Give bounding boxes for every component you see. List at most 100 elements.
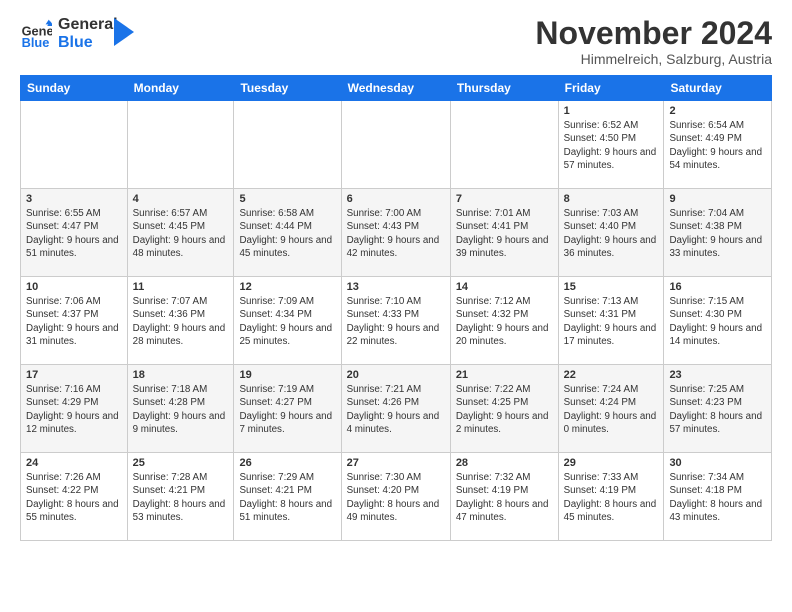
month-title: November 2024 — [535, 16, 772, 51]
day-info: Sunrise: 6:58 AM Sunset: 4:44 PM Dayligh… — [239, 207, 335, 260]
day-cell-0-2 — [234, 101, 341, 189]
day-number: 15 — [564, 281, 659, 293]
day-cell-2-0: 10 Sunrise: 7:06 AM Sunset: 4:37 PM Dayli… — [21, 277, 128, 365]
day-number: 27 — [347, 457, 445, 469]
day-number: 8 — [564, 193, 659, 205]
day-cell-3-3: 20 Sunrise: 7:21 AM Sunset: 4:26 PM Dayli… — [341, 365, 450, 453]
day-number: 22 — [564, 369, 659, 381]
day-number: 24 — [26, 457, 122, 469]
day-cell-4-1: 25 Sunrise: 7:28 AM Sunset: 4:21 PM Dayli… — [127, 453, 234, 541]
day-cell-3-4: 21 Sunrise: 7:22 AM Sunset: 4:25 PM Dayli… — [450, 365, 558, 453]
day-cell-0-6: 2 Sunrise: 6:54 AM Sunset: 4:49 PM Daylig… — [664, 101, 772, 189]
day-info: Sunrise: 7:26 AM Sunset: 4:22 PM Dayligh… — [26, 471, 122, 524]
logo-arrow-icon — [114, 18, 134, 46]
day-info: Sunrise: 7:16 AM Sunset: 4:29 PM Dayligh… — [26, 383, 122, 436]
day-info: Sunrise: 7:18 AM Sunset: 4:28 PM Dayligh… — [133, 383, 229, 436]
day-info: Sunrise: 7:00 AM Sunset: 4:43 PM Dayligh… — [347, 207, 445, 260]
day-cell-2-4: 14Sunrise: 7:12 AM Sunset: 4:32 PM Dayli… — [450, 277, 558, 365]
day-number: 14 — [456, 281, 553, 293]
day-cell-1-3: 6 Sunrise: 7:00 AM Sunset: 4:43 PM Daylig… — [341, 189, 450, 277]
day-info: Sunrise: 7:06 AM Sunset: 4:37 PM Dayligh… — [26, 295, 122, 348]
day-number: 9 — [669, 193, 766, 205]
day-info: Sunrise: 7:33 AM Sunset: 4:19 PM Dayligh… — [564, 471, 659, 524]
day-info: Sunrise: 7:24 AM Sunset: 4:24 PM Dayligh… — [564, 383, 659, 436]
day-cell-0-4 — [450, 101, 558, 189]
logo: General Blue General Blue — [20, 16, 134, 52]
calendar-header-row: Sunday Monday Tuesday Wednesday Thursday… — [21, 76, 772, 101]
day-number: 23 — [669, 369, 766, 381]
day-info: Sunrise: 7:21 AM Sunset: 4:26 PM Dayligh… — [347, 383, 445, 436]
day-info: Sunrise: 7:29 AM Sunset: 4:21 PM Dayligh… — [239, 471, 335, 524]
day-info: Sunrise: 7:03 AM Sunset: 4:40 PM Dayligh… — [564, 207, 659, 260]
day-number: 1 — [564, 105, 659, 117]
day-number: 7 — [456, 193, 553, 205]
header: General Blue General Blue November 2024 … — [20, 16, 772, 67]
day-info: Sunrise: 7:01 AM Sunset: 4:41 PM Dayligh… — [456, 207, 553, 260]
day-number: 17 — [26, 369, 122, 381]
day-info: Sunrise: 6:57 AM Sunset: 4:45 PM Dayligh… — [133, 207, 229, 260]
day-number: 10 — [26, 281, 122, 293]
day-cell-1-1: 4 Sunrise: 6:57 AM Sunset: 4:45 PM Daylig… — [127, 189, 234, 277]
logo-general: General — [58, 16, 118, 34]
day-info: Sunrise: 7:13 AM Sunset: 4:31 PM Dayligh… — [564, 295, 659, 348]
day-number: 3 — [26, 193, 122, 205]
day-cell-0-5: 1 Sunrise: 6:52 AM Sunset: 4:50 PM Daylig… — [558, 101, 664, 189]
week-row-3: 17 Sunrise: 7:16 AM Sunset: 4:29 PM Dayli… — [21, 365, 772, 453]
week-row-1: 3 Sunrise: 6:55 AM Sunset: 4:47 PM Daylig… — [21, 189, 772, 277]
svg-text:Blue: Blue — [22, 35, 50, 50]
day-number: 20 — [347, 369, 445, 381]
day-info: Sunrise: 7:07 AM Sunset: 4:36 PM Dayligh… — [133, 295, 229, 348]
day-cell-2-6: 16Sunrise: 7:15 AM Sunset: 4:30 PM Dayli… — [664, 277, 772, 365]
day-number: 25 — [133, 457, 229, 469]
day-info: Sunrise: 7:10 AM Sunset: 4:33 PM Dayligh… — [347, 295, 445, 348]
day-number: 19 — [239, 369, 335, 381]
day-cell-4-3: 27 Sunrise: 7:30 AM Sunset: 4:20 PM Dayli… — [341, 453, 450, 541]
day-info: Sunrise: 7:32 AM Sunset: 4:19 PM Dayligh… — [456, 471, 553, 524]
day-info: Sunrise: 7:25 AM Sunset: 4:23 PM Dayligh… — [669, 383, 766, 436]
location: Himmelreich, Salzburg, Austria — [535, 51, 772, 67]
day-cell-0-0 — [21, 101, 128, 189]
day-cell-1-2: 5 Sunrise: 6:58 AM Sunset: 4:44 PM Daylig… — [234, 189, 341, 277]
day-cell-2-3: 13Sunrise: 7:10 AM Sunset: 4:33 PM Dayli… — [341, 277, 450, 365]
day-cell-4-0: 24 Sunrise: 7:26 AM Sunset: 4:22 PM Dayli… — [21, 453, 128, 541]
day-number: 21 — [456, 369, 553, 381]
day-number: 4 — [133, 193, 229, 205]
day-cell-2-5: 15 Sunrise: 7:13 AM Sunset: 4:31 PM Dayli… — [558, 277, 664, 365]
day-cell-1-0: 3 Sunrise: 6:55 AM Sunset: 4:47 PM Daylig… — [21, 189, 128, 277]
week-row-2: 10 Sunrise: 7:06 AM Sunset: 4:37 PM Dayli… — [21, 277, 772, 365]
day-cell-1-4: 7 Sunrise: 7:01 AM Sunset: 4:41 PM Daylig… — [450, 189, 558, 277]
day-info: Sunrise: 7:30 AM Sunset: 4:20 PM Dayligh… — [347, 471, 445, 524]
day-number: 29 — [564, 457, 659, 469]
day-info: Sunrise: 7:09 AM Sunset: 4:34 PM Dayligh… — [239, 295, 335, 348]
day-cell-1-6: 9Sunrise: 7:04 AM Sunset: 4:38 PM Daylig… — [664, 189, 772, 277]
col-tuesday: Tuesday — [234, 76, 341, 101]
day-info: Sunrise: 6:52 AM Sunset: 4:50 PM Dayligh… — [564, 119, 659, 172]
col-saturday: Saturday — [664, 76, 772, 101]
day-info: Sunrise: 7:22 AM Sunset: 4:25 PM Dayligh… — [456, 383, 553, 436]
day-cell-1-5: 8 Sunrise: 7:03 AM Sunset: 4:40 PM Daylig… — [558, 189, 664, 277]
week-row-0: 1 Sunrise: 6:52 AM Sunset: 4:50 PM Daylig… — [21, 101, 772, 189]
calendar: Sunday Monday Tuesday Wednesday Thursday… — [20, 75, 772, 541]
day-cell-3-2: 19Sunrise: 7:19 AM Sunset: 4:27 PM Dayli… — [234, 365, 341, 453]
day-cell-3-5: 22 Sunrise: 7:24 AM Sunset: 4:24 PM Dayli… — [558, 365, 664, 453]
logo-blue: Blue — [58, 34, 118, 52]
day-number: 28 — [456, 457, 553, 469]
day-info: Sunrise: 6:55 AM Sunset: 4:47 PM Dayligh… — [26, 207, 122, 260]
day-number: 2 — [669, 105, 766, 117]
day-cell-4-6: 30Sunrise: 7:34 AM Sunset: 4:18 PM Dayli… — [664, 453, 772, 541]
day-number: 5 — [239, 193, 335, 205]
day-number: 6 — [347, 193, 445, 205]
day-info: Sunrise: 6:54 AM Sunset: 4:49 PM Dayligh… — [669, 119, 766, 172]
day-number: 16 — [669, 281, 766, 293]
title-block: November 2024 Himmelreich, Salzburg, Aus… — [535, 16, 772, 67]
day-number: 11 — [133, 281, 229, 293]
logo-icon: General Blue — [20, 18, 52, 50]
day-cell-0-3 — [341, 101, 450, 189]
day-cell-2-1: 11 Sunrise: 7:07 AM Sunset: 4:36 PM Dayli… — [127, 277, 234, 365]
day-cell-3-6: 23 Sunrise: 7:25 AM Sunset: 4:23 PM Dayli… — [664, 365, 772, 453]
day-info: Sunrise: 7:28 AM Sunset: 4:21 PM Dayligh… — [133, 471, 229, 524]
day-cell-3-1: 18Sunrise: 7:18 AM Sunset: 4:28 PM Dayli… — [127, 365, 234, 453]
col-thursday: Thursday — [450, 76, 558, 101]
col-monday: Monday — [127, 76, 234, 101]
day-cell-4-4: 28 Sunrise: 7:32 AM Sunset: 4:19 PM Dayli… — [450, 453, 558, 541]
